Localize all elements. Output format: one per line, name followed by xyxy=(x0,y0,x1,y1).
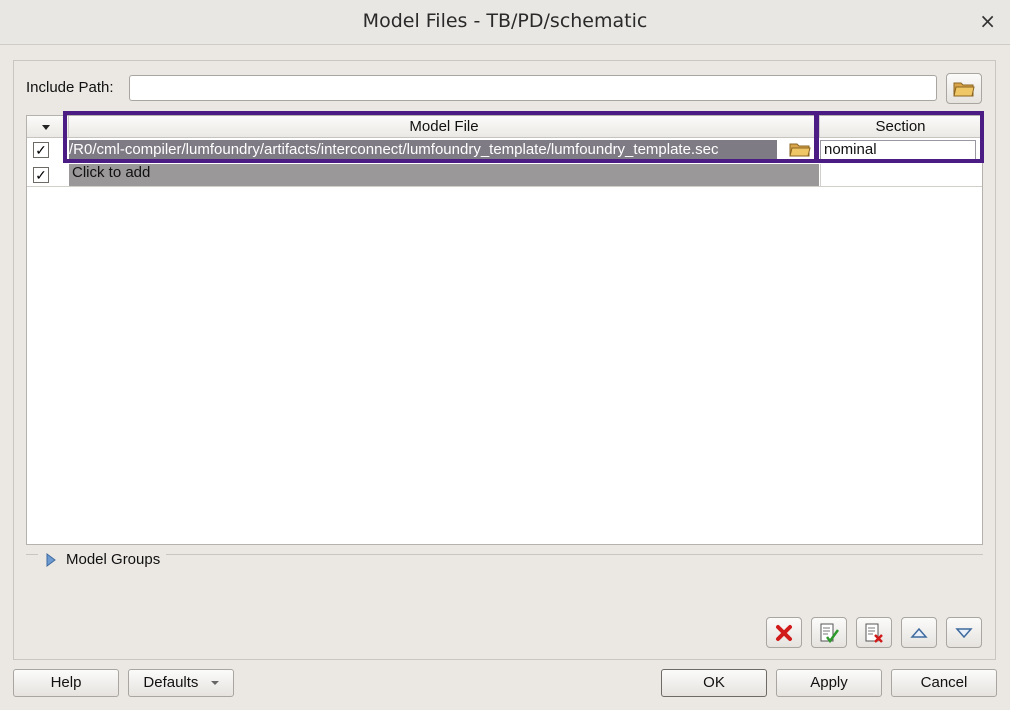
chevron-down-icon xyxy=(210,681,219,686)
cancel-button[interactable]: Cancel xyxy=(891,669,997,697)
dropdown-arrow-icon xyxy=(42,125,50,130)
model-groups-expander[interactable]: Model Groups xyxy=(38,551,167,568)
defaults-button[interactable]: Defaults xyxy=(128,669,234,697)
expand-arrow-icon xyxy=(46,552,56,567)
enable-all-icon xyxy=(820,623,840,643)
browse-include-path-button[interactable] xyxy=(946,73,982,104)
delete-icon xyxy=(776,624,792,641)
disable-all-button[interactable] xyxy=(856,617,892,648)
row-enable-checkbox[interactable]: ✓ xyxy=(33,142,49,158)
help-button[interactable]: Help xyxy=(13,669,119,697)
table-row: ✓ Click to add xyxy=(27,164,982,187)
model-groups-divider xyxy=(26,554,983,555)
section-column-header[interactable]: Section xyxy=(820,116,982,138)
ok-button[interactable]: OK xyxy=(661,669,767,697)
table-row: ✓ /R0/cml-compiler/lumfoundry/artifacts/… xyxy=(27,139,982,161)
window-title: Model Files - TB/PD/schematic xyxy=(362,10,648,32)
section-cell[interactable]: nominal xyxy=(820,140,976,160)
model-groups-label: Model Groups xyxy=(66,551,161,568)
click-to-add-cell[interactable]: Click to add xyxy=(69,164,819,186)
move-up-icon xyxy=(910,627,928,638)
row-enable-checkbox[interactable]: ✓ xyxy=(33,167,49,183)
cell-divider xyxy=(780,142,782,158)
close-icon[interactable]: × xyxy=(979,9,996,33)
enable-all-button[interactable] xyxy=(811,617,847,648)
include-path-input[interactable] xyxy=(129,75,937,101)
column-menu-header[interactable] xyxy=(27,116,69,138)
disable-all-icon xyxy=(865,623,883,643)
apply-button[interactable]: Apply xyxy=(776,669,882,697)
model-file-cell[interactable]: /R0/cml-compiler/lumfoundry/artifacts/in… xyxy=(69,140,777,160)
model-file-table: Model File Section ✓ /R0/cml-compiler/lu… xyxy=(26,115,983,545)
cell-divider xyxy=(820,164,821,186)
defaults-label: Defaults xyxy=(143,674,199,691)
include-path-label: Include Path: xyxy=(26,79,114,96)
move-down-icon xyxy=(955,627,973,638)
browse-model-file-icon[interactable] xyxy=(789,142,811,158)
move-down-button[interactable] xyxy=(946,617,982,648)
folder-icon xyxy=(953,82,975,96)
title-bar: Model Files - TB/PD/schematic × xyxy=(0,0,1010,45)
delete-button[interactable] xyxy=(766,617,802,648)
move-up-button[interactable] xyxy=(901,617,937,648)
model-file-column-header[interactable]: Model File xyxy=(69,116,820,138)
